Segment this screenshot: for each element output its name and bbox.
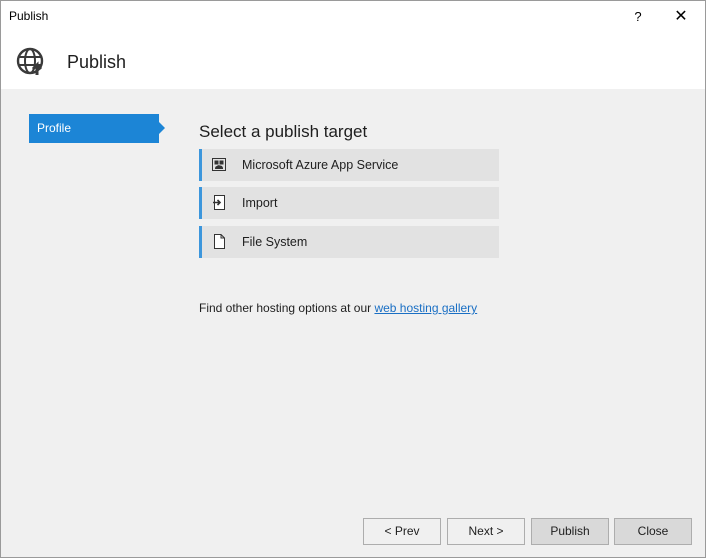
file-icon: [214, 234, 225, 249]
target-file-system[interactable]: File System: [199, 226, 499, 258]
next-button[interactable]: Next >: [447, 518, 525, 545]
publish-dialog: Publish ? ✕ Publish Profile Select a pub…: [0, 0, 706, 558]
target-label: File System: [242, 235, 308, 249]
title-bar: Publish ? ✕: [1, 1, 705, 32]
web-hosting-gallery-link[interactable]: web hosting gallery: [374, 301, 477, 315]
section-title: Select a publish target: [199, 122, 368, 141]
hosting-options-text: Find other hosting options at our web ho…: [199, 301, 477, 315]
page-title: Publish: [67, 52, 127, 72]
target-azure-app-service[interactable]: Microsoft Azure App Service: [199, 149, 499, 181]
hosting-text: Find other hosting options at our: [199, 301, 375, 315]
azure-app-service-icon: [212, 158, 226, 171]
close-button[interactable]: Close: [614, 518, 692, 545]
sidebar-item-label: Profile: [37, 121, 72, 135]
window-title: Publish: [9, 9, 49, 23]
target-label: Import: [242, 196, 278, 210]
globe-publish-icon: [16, 47, 44, 75]
dialog-header: Publish: [1, 32, 705, 89]
publish-button[interactable]: Publish: [531, 518, 609, 545]
sidebar-item-profile[interactable]: Profile: [29, 114, 165, 143]
import-icon: [213, 195, 225, 210]
target-import[interactable]: Import: [199, 187, 499, 219]
prev-button[interactable]: < Prev: [363, 518, 441, 545]
target-label: Microsoft Azure App Service: [242, 158, 399, 172]
help-button[interactable]: ?: [621, 3, 655, 30]
close-window-button[interactable]: ✕: [661, 3, 701, 30]
